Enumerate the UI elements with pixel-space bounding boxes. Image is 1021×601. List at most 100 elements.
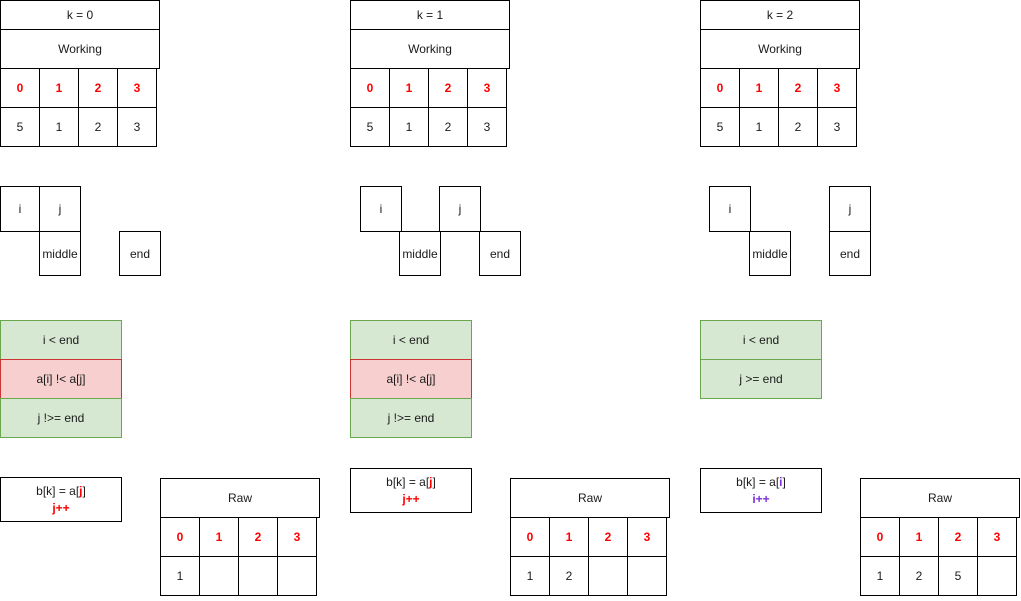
working-index-cell: 1 bbox=[389, 68, 429, 108]
raw-index-row-step-2: 0 1 2 3 bbox=[860, 517, 1020, 557]
raw-table-step-1: Raw 0 1 2 3 1 2 bbox=[510, 478, 670, 596]
working-value-cell: 1 bbox=[39, 107, 79, 147]
raw-index-cell: 3 bbox=[627, 517, 667, 557]
working-value-cell: 2 bbox=[778, 107, 818, 147]
working-value-cell: 3 bbox=[467, 107, 507, 147]
working-index-cell: 3 bbox=[117, 68, 157, 108]
working-index-cell: 0 bbox=[700, 68, 740, 108]
pointer-end-step-2: end bbox=[829, 231, 871, 276]
working-value-cell: 1 bbox=[389, 107, 429, 147]
raw-value-cell: 2 bbox=[549, 556, 589, 596]
pointer-j-step-0: j bbox=[39, 186, 81, 232]
working-value-cell: 2 bbox=[428, 107, 468, 147]
working-table-step-0: k = 0 Working 0 1 2 3 5 1 2 3 bbox=[0, 0, 160, 147]
pointer-middle-step-0: middle bbox=[39, 231, 81, 276]
diagram-canvas: k = 0 Working 0 1 2 3 5 1 2 3 i j middle… bbox=[0, 0, 1021, 601]
raw-value-cell bbox=[588, 556, 628, 596]
working-index-row-step-1: 0 1 2 3 bbox=[350, 68, 510, 108]
working-index-cell: 3 bbox=[817, 68, 857, 108]
raw-value-cell bbox=[199, 556, 239, 596]
raw-index-cell: 1 bbox=[199, 517, 239, 557]
condition-stack-step-0: i < end a[i] !< a[j] j !>= end bbox=[0, 320, 122, 438]
raw-value-row-step-0: 1 bbox=[160, 556, 320, 596]
working-index-cell: 2 bbox=[78, 68, 118, 108]
working-index-cell: 1 bbox=[39, 68, 79, 108]
condition-stack-step-1: i < end a[i] !< a[j] j !>= end bbox=[350, 320, 472, 438]
working-title-step-1: Working bbox=[350, 29, 510, 69]
pointer-j-step-2: j bbox=[829, 186, 871, 232]
working-value-row-step-2: 5 1 2 3 bbox=[700, 107, 860, 147]
pointer-end-step-1: end bbox=[479, 231, 521, 276]
raw-title-step-1: Raw bbox=[510, 478, 670, 518]
pointer-i-step-1: i bbox=[360, 186, 402, 232]
raw-value-row-step-2: 1 2 5 bbox=[860, 556, 1020, 596]
action-box-step-1: b[k] = a[j] j++ bbox=[350, 468, 472, 513]
pointer-i-step-2: i bbox=[709, 186, 751, 232]
working-index-cell: 1 bbox=[739, 68, 779, 108]
raw-value-cell: 1 bbox=[860, 556, 900, 596]
working-value-cell: 5 bbox=[700, 107, 740, 147]
working-value-cell: 2 bbox=[78, 107, 118, 147]
working-value-cell: 5 bbox=[350, 107, 390, 147]
action-box-step-2: b[k] = a[i] i++ bbox=[700, 468, 822, 513]
condition-row: i < end bbox=[350, 320, 472, 360]
raw-index-row-step-1: 0 1 2 3 bbox=[510, 517, 670, 557]
raw-index-cell: 0 bbox=[860, 517, 900, 557]
condition-row: j >= end bbox=[700, 359, 822, 399]
condition-stack-step-2: i < end j >= end bbox=[700, 320, 822, 399]
raw-index-cell: 1 bbox=[899, 517, 939, 557]
raw-value-cell bbox=[977, 556, 1017, 596]
working-index-cell: 2 bbox=[778, 68, 818, 108]
condition-row: a[i] !< a[j] bbox=[350, 359, 472, 399]
raw-value-cell bbox=[238, 556, 278, 596]
raw-value-cell bbox=[277, 556, 317, 596]
raw-value-cell: 5 bbox=[938, 556, 978, 596]
working-index-cell: 0 bbox=[0, 68, 40, 108]
working-value-cell: 1 bbox=[739, 107, 779, 147]
raw-index-cell: 3 bbox=[277, 517, 317, 557]
raw-title-step-2: Raw bbox=[860, 478, 1020, 518]
k-label-step-1: k = 1 bbox=[350, 0, 510, 30]
action-increment: j++ bbox=[402, 491, 420, 506]
raw-table-step-0: Raw 0 1 2 3 1 bbox=[160, 478, 320, 596]
working-title-step-0: Working bbox=[0, 29, 160, 69]
raw-value-cell: 1 bbox=[510, 556, 550, 596]
working-value-cell: 3 bbox=[117, 107, 157, 147]
working-index-cell: 2 bbox=[428, 68, 468, 108]
working-table-step-1: k = 1 Working 0 1 2 3 5 1 2 3 bbox=[350, 0, 510, 147]
raw-table-step-2: Raw 0 1 2 3 1 2 5 bbox=[860, 478, 1020, 596]
pointer-j-step-1: j bbox=[439, 186, 481, 232]
working-index-row-step-2: 0 1 2 3 bbox=[700, 68, 860, 108]
action-increment: j++ bbox=[52, 500, 70, 515]
working-value-row-step-0: 5 1 2 3 bbox=[0, 107, 160, 147]
working-value-cell: 3 bbox=[817, 107, 857, 147]
raw-title-step-0: Raw bbox=[160, 478, 320, 518]
condition-row: i < end bbox=[0, 320, 122, 360]
working-index-row-step-0: 0 1 2 3 bbox=[0, 68, 160, 108]
raw-index-cell: 1 bbox=[549, 517, 589, 557]
working-value-row-step-1: 5 1 2 3 bbox=[350, 107, 510, 147]
raw-index-cell: 3 bbox=[977, 517, 1017, 557]
working-title-step-2: Working bbox=[700, 29, 860, 69]
action-box-step-0: b[k] = a[j] j++ bbox=[0, 477, 122, 522]
working-index-cell: 3 bbox=[467, 68, 507, 108]
action-increment: i++ bbox=[752, 491, 770, 506]
pointer-end-step-0: end bbox=[119, 231, 161, 276]
k-label-step-2: k = 2 bbox=[700, 0, 860, 30]
raw-index-cell: 2 bbox=[238, 517, 278, 557]
action-assignment: b[k] = a[i] bbox=[736, 475, 786, 490]
working-index-cell: 0 bbox=[350, 68, 390, 108]
raw-index-cell: 0 bbox=[510, 517, 550, 557]
pointer-middle-step-2: middle bbox=[749, 231, 791, 276]
action-assignment: b[k] = a[j] bbox=[36, 484, 86, 499]
raw-index-cell: 2 bbox=[938, 517, 978, 557]
condition-row: i < end bbox=[700, 320, 822, 360]
action-assignment: b[k] = a[j] bbox=[386, 475, 436, 490]
condition-row: j !>= end bbox=[350, 398, 472, 438]
raw-value-row-step-1: 1 2 bbox=[510, 556, 670, 596]
raw-value-cell bbox=[627, 556, 667, 596]
pointer-i-step-0: i bbox=[0, 186, 40, 232]
raw-value-cell: 1 bbox=[160, 556, 200, 596]
condition-row: j !>= end bbox=[0, 398, 122, 438]
working-value-cell: 5 bbox=[0, 107, 40, 147]
